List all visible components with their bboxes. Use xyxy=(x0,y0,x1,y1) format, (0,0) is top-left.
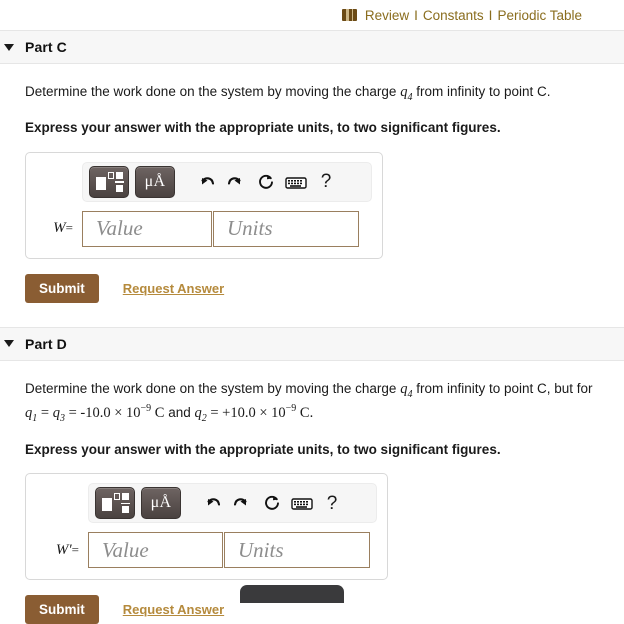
resource-links-bar: Review I Constants I Periodic Table xyxy=(0,0,624,30)
charge-unit-2: C. xyxy=(296,405,314,422)
charge-exponent-2: −9 xyxy=(285,403,297,415)
units-placeholder: Units xyxy=(227,216,273,241)
caret-down-icon[interactable] xyxy=(4,340,14,348)
charge-value-2: +10.0 × 10 xyxy=(222,405,286,422)
part-d-submit-button[interactable]: Submit xyxy=(25,595,99,624)
math-template-icon xyxy=(96,171,124,192)
part-c-instruction: Express your answer with the appropriate… xyxy=(25,120,501,136)
charge-q3: q3 xyxy=(52,405,65,425)
constants-link[interactable]: Constants xyxy=(423,8,484,23)
units-label: μÅ xyxy=(150,494,172,512)
part-c-units-input[interactable]: Units xyxy=(213,210,359,247)
units-button[interactable]: μÅ xyxy=(135,165,175,198)
help-label: ? xyxy=(320,171,332,193)
units-label: μÅ xyxy=(144,172,166,190)
book-icon xyxy=(341,9,357,21)
keyboard-icon[interactable] xyxy=(281,167,311,197)
undo-icon[interactable] xyxy=(191,167,221,197)
math-template-button[interactable] xyxy=(95,487,135,520)
question-text-pre: Determine the work done on the system by… xyxy=(25,84,401,99)
part-c-header[interactable]: Part C xyxy=(0,30,624,64)
part-d-question: Determine the work done on the system by… xyxy=(25,379,605,427)
eq-sign-3: = xyxy=(206,405,223,422)
resource-links: Review I Constants I Periodic Table xyxy=(341,7,582,23)
part-d-input-row: W′= Value Units xyxy=(36,532,377,569)
part-c-submit-button[interactable]: Submit xyxy=(25,273,99,303)
part-c-submit-row: Submit Request Answer xyxy=(25,273,624,303)
question-charge-var: q4 xyxy=(400,84,413,103)
part-c-variable-label: W= xyxy=(53,220,73,237)
part-d-value-input[interactable]: Value xyxy=(88,532,223,569)
caret-down-icon[interactable] xyxy=(4,43,14,51)
help-icon[interactable]: ? xyxy=(311,167,341,197)
part-c-body: Determine the work done on the system by… xyxy=(0,82,624,303)
redo-icon[interactable] xyxy=(227,488,257,518)
part-d-instruction: Express your answer with the appropriate… xyxy=(25,441,501,457)
question-text-pre: Determine the work done on the system by… xyxy=(25,380,401,396)
part-d-request-answer-link[interactable]: Request Answer xyxy=(123,602,224,617)
part-c-input-row: W= Value Units xyxy=(36,210,372,247)
conjunction: and xyxy=(164,405,195,421)
charge-q2: q2 xyxy=(194,405,207,425)
charge-value-1: -10.0 × 10 xyxy=(80,405,141,422)
charge-unit-1: C xyxy=(151,405,165,422)
part-d-answer-box: μÅ ? W′= Value Units xyxy=(25,473,388,581)
periodic-table-link[interactable]: Periodic Table xyxy=(497,8,582,23)
part-c-question: Determine the work done on the system by… xyxy=(25,82,605,105)
charge-q1: q1 xyxy=(25,405,38,425)
charge-exponent-1: −9 xyxy=(140,403,152,415)
undo-icon[interactable] xyxy=(197,488,227,518)
part-c-title: Part C xyxy=(25,39,67,55)
reset-icon[interactable] xyxy=(251,167,281,197)
part-c-request-answer-link[interactable]: Request Answer xyxy=(123,281,224,296)
reset-icon[interactable] xyxy=(257,488,287,518)
part-c-answer-box: μÅ ? W= Value Units xyxy=(25,151,383,259)
eq-sign-2: = xyxy=(64,405,81,422)
units-button[interactable]: μÅ xyxy=(141,487,181,520)
part-c-value-input[interactable]: Value xyxy=(82,210,212,247)
part-c-math-toolbar: μÅ ? xyxy=(82,161,372,202)
help-label: ? xyxy=(326,492,338,514)
value-placeholder: Value xyxy=(96,216,143,241)
units-placeholder: Units xyxy=(238,537,284,562)
part-d-units-input[interactable]: Units xyxy=(224,532,370,569)
question-text-post: from infinity to point C, but for xyxy=(412,380,593,396)
part-d-header[interactable]: Part D xyxy=(0,326,624,361)
review-link[interactable]: Review xyxy=(365,8,409,23)
question-charge-var: q4 xyxy=(400,380,413,400)
help-icon[interactable]: ? xyxy=(317,488,347,518)
part-d-variable-label: W′= xyxy=(55,541,79,558)
keyboard-icon[interactable] xyxy=(287,488,317,518)
link-separator-2: I xyxy=(488,7,493,23)
part-d-title: Part D xyxy=(25,335,67,352)
eq-sign-1: = xyxy=(37,405,53,422)
value-placeholder: Value xyxy=(102,537,149,562)
math-template-icon xyxy=(102,493,130,514)
question-text-post: from infinity to point C. xyxy=(412,84,551,99)
link-separator-1: I xyxy=(414,7,418,23)
tooltip-popup-peek xyxy=(240,585,344,603)
redo-icon[interactable] xyxy=(221,167,251,197)
part-d-math-toolbar: μÅ ? xyxy=(88,483,377,524)
math-template-button[interactable] xyxy=(89,165,129,198)
